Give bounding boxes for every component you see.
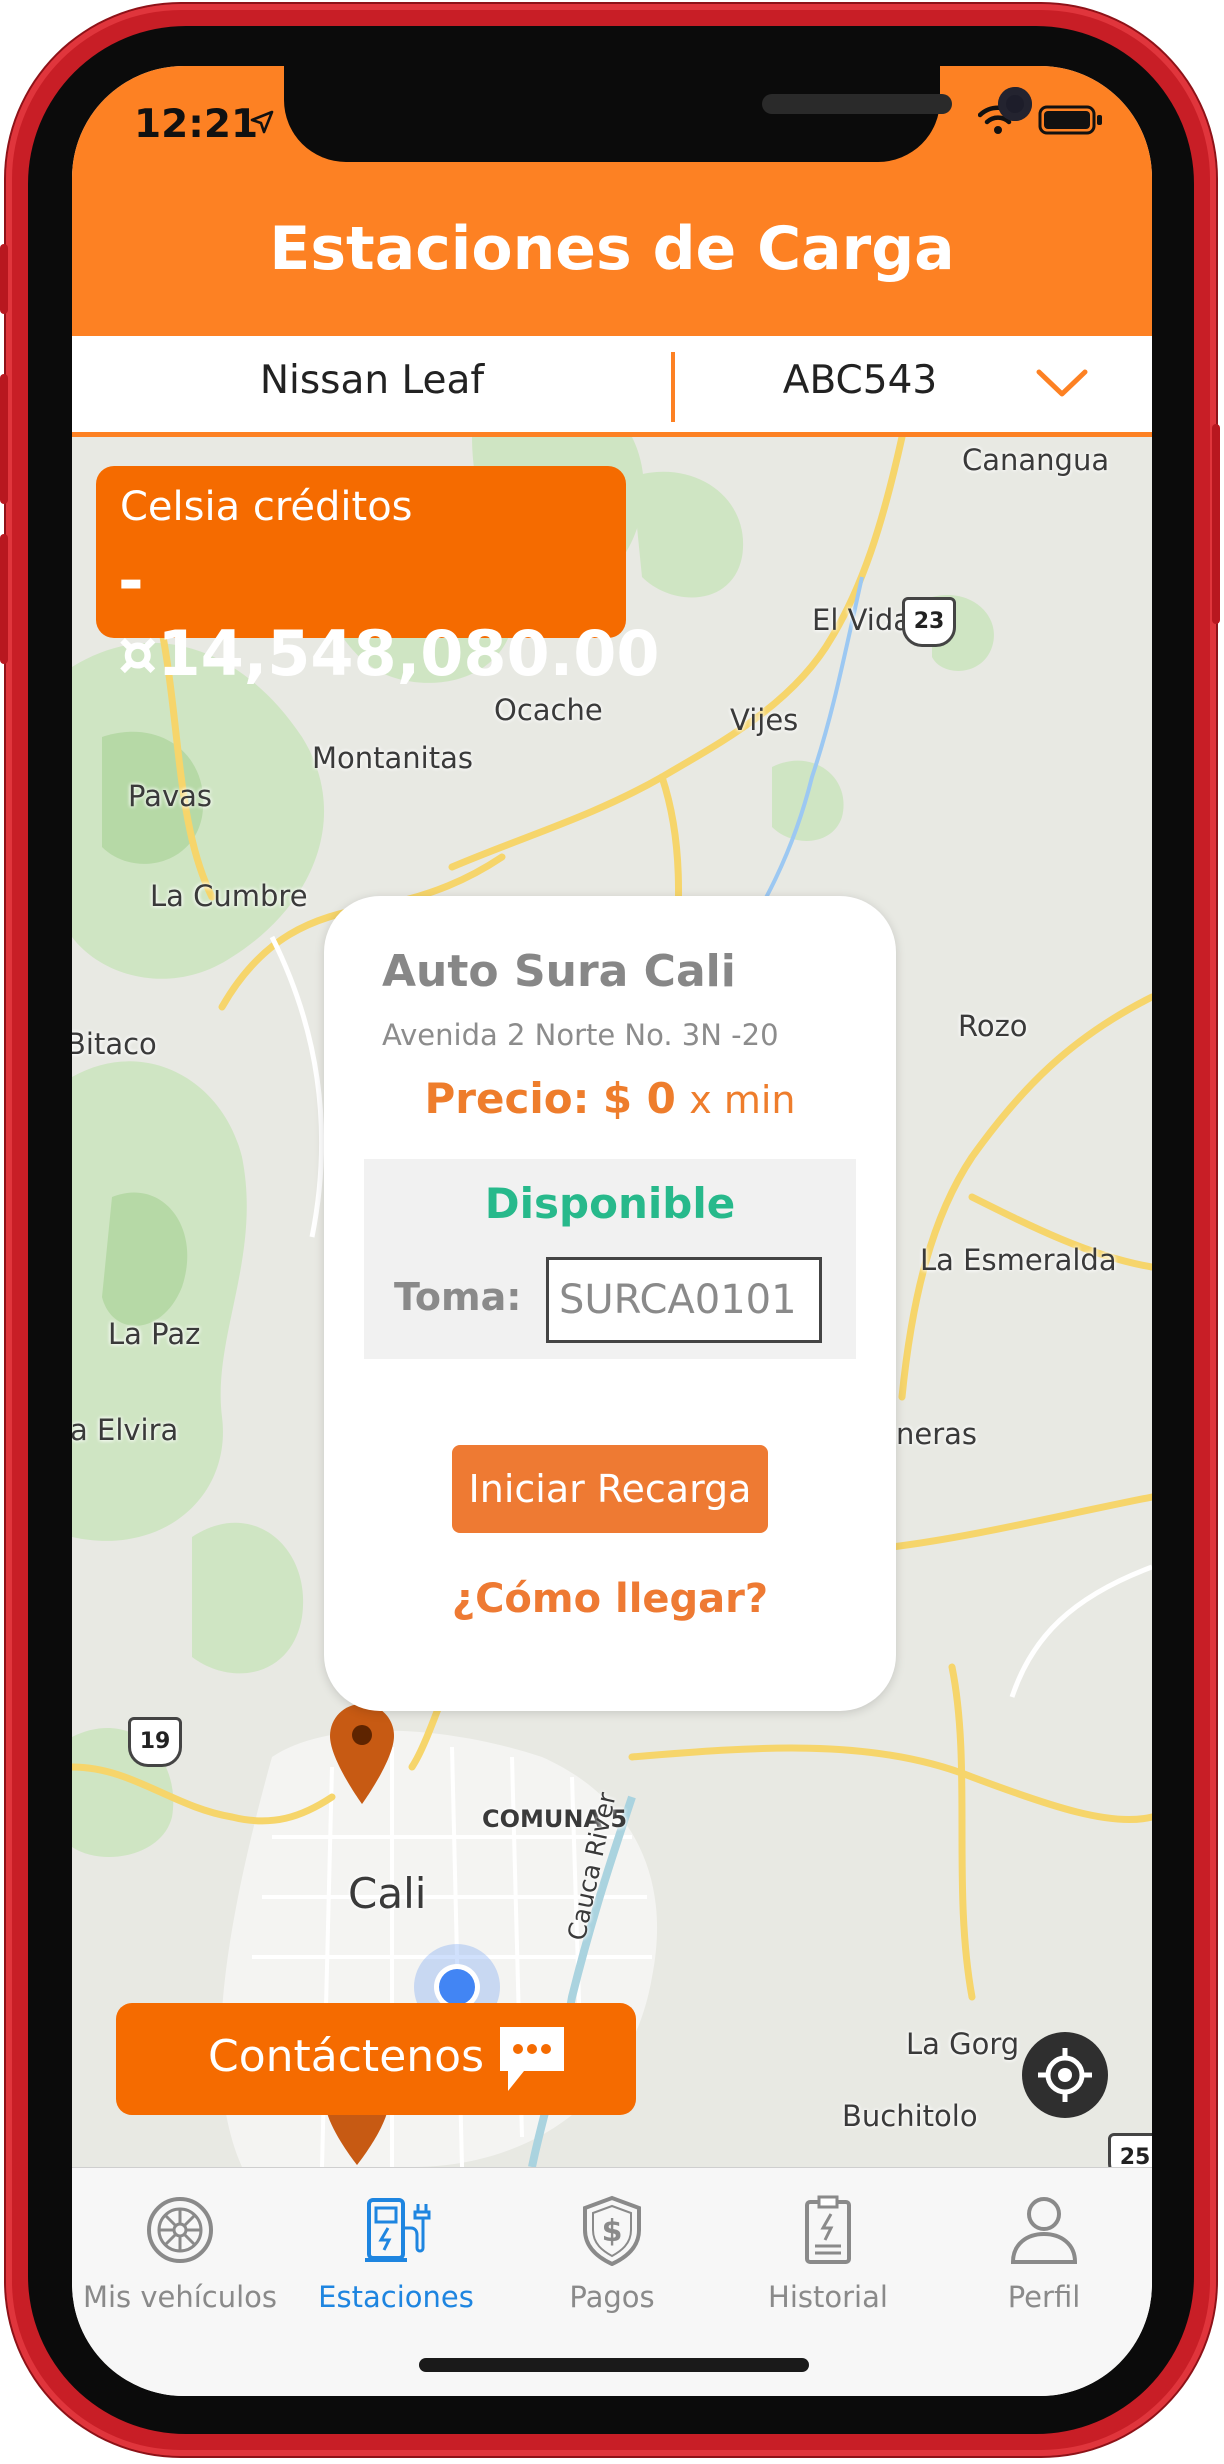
shield-dollar-icon: $ xyxy=(583,2195,641,2266)
vehicle-selector[interactable]: Nissan Leaf ABC543 xyxy=(72,336,1152,437)
map-label: Canangua xyxy=(962,443,1110,477)
map-label: neras xyxy=(896,1417,978,1451)
front-camera xyxy=(998,87,1032,121)
station-popup: Auto Sura Cali Avenida 2 Norte No. 3N -2… xyxy=(324,896,896,1711)
station-name: Auto Sura Cali xyxy=(382,946,736,997)
chevron-down-icon[interactable] xyxy=(1036,368,1088,398)
location-arrow-icon xyxy=(250,110,274,134)
highway-shield: 23 xyxy=(902,597,956,647)
charging-station-icon xyxy=(365,2198,431,2262)
price-unit: x min xyxy=(689,1078,796,1122)
highway-shield: 19 xyxy=(128,1717,182,1767)
outlet-field[interactable] xyxy=(546,1257,822,1343)
map-label: Vijes xyxy=(730,703,799,737)
tab-perfil[interactable]: Perfil xyxy=(936,2180,1152,2314)
price-label: Precio: xyxy=(424,1074,590,1123)
station-status-box: Disponible Toma: xyxy=(364,1159,856,1359)
tab-label: Pagos xyxy=(569,2280,655,2314)
station-pin-icon[interactable] xyxy=(328,1702,396,1806)
map-label: La Paz xyxy=(108,1317,201,1351)
speaker-grille xyxy=(762,94,952,114)
crosshair-icon xyxy=(1038,2048,1092,2102)
tab-label: Estaciones xyxy=(318,2280,474,2314)
credits-label: Celsia créditos xyxy=(120,484,413,530)
map-label: La Cumbre xyxy=(150,879,308,913)
status-time: 12:21 xyxy=(134,102,259,147)
silent-switch xyxy=(0,244,8,314)
home-indicator[interactable] xyxy=(419,2358,809,2372)
tab-mis-vehiculos[interactable]: Mis vehículos xyxy=(72,2180,288,2314)
map-label: Montanitas xyxy=(312,741,473,775)
highway-shield: 25 xyxy=(1108,2133,1152,2167)
start-charge-button[interactable]: Iniciar Recarga xyxy=(452,1445,768,1533)
station-price: Precio: $ 0 x min xyxy=(324,1074,896,1123)
device-notch xyxy=(284,66,1032,162)
power-button xyxy=(1212,424,1220,624)
chat-bubble-icon xyxy=(500,2027,564,2091)
battery-icon xyxy=(1038,105,1102,135)
phone-screen: 12:21 Estaciones de Carga Nissan Leaf AB… xyxy=(72,66,1152,2396)
my-location-button[interactable] xyxy=(1022,2032,1108,2118)
wheel-icon xyxy=(147,2197,213,2263)
map-label: Bitaco xyxy=(72,1027,157,1061)
clipboard-icon xyxy=(805,2195,851,2264)
svg-text:$: $ xyxy=(602,2214,623,2249)
tab-label: Mis vehículos xyxy=(82,2280,278,2314)
vehicle-model[interactable]: Nissan Leaf xyxy=(72,358,672,403)
station-address: Avenida 2 Norte No. 3N -20 xyxy=(382,1018,779,1052)
map-label-city: Cali xyxy=(348,1869,427,1918)
map-label: La Esmeralda xyxy=(920,1243,1117,1277)
map-label: Pavas xyxy=(128,779,212,813)
directions-link[interactable]: ¿Cómo llegar? xyxy=(324,1576,896,1622)
volume-up-button xyxy=(0,374,8,504)
map-label: Buchitolo xyxy=(842,2099,978,2133)
page-title: Estaciones de Carga xyxy=(269,214,955,284)
map-label: a Elvira xyxy=(72,1413,179,1447)
vehicle-plate[interactable]: ABC543 xyxy=(675,358,1045,403)
map-label: Rozo xyxy=(958,1009,1028,1043)
tab-historial[interactable]: Historial xyxy=(720,2180,936,2314)
credits-badge: Celsia créditos -¤14,548,080.00 xyxy=(96,466,660,690)
contact-label: Contáctenos xyxy=(208,2031,484,2082)
map-label: Ocache xyxy=(494,693,603,727)
outlet-label: Toma: xyxy=(394,1275,522,1319)
person-icon xyxy=(1010,2197,1078,2264)
tab-label: Historial xyxy=(768,2280,888,2314)
availability-status: Disponible xyxy=(484,1179,736,1228)
contact-button[interactable]: Contáctenos xyxy=(116,2003,636,2115)
map-label: La Gorg xyxy=(906,2027,1020,2061)
tab-pagos[interactable]: $ Pagos xyxy=(504,2180,720,2314)
price-value: $ 0 xyxy=(602,1074,676,1123)
credits-value: -¤14,548,080.00 xyxy=(118,544,660,690)
tab-label: Perfil xyxy=(1007,2280,1081,2314)
volume-down-button xyxy=(0,534,8,664)
tab-estaciones[interactable]: Estaciones xyxy=(288,2180,504,2314)
